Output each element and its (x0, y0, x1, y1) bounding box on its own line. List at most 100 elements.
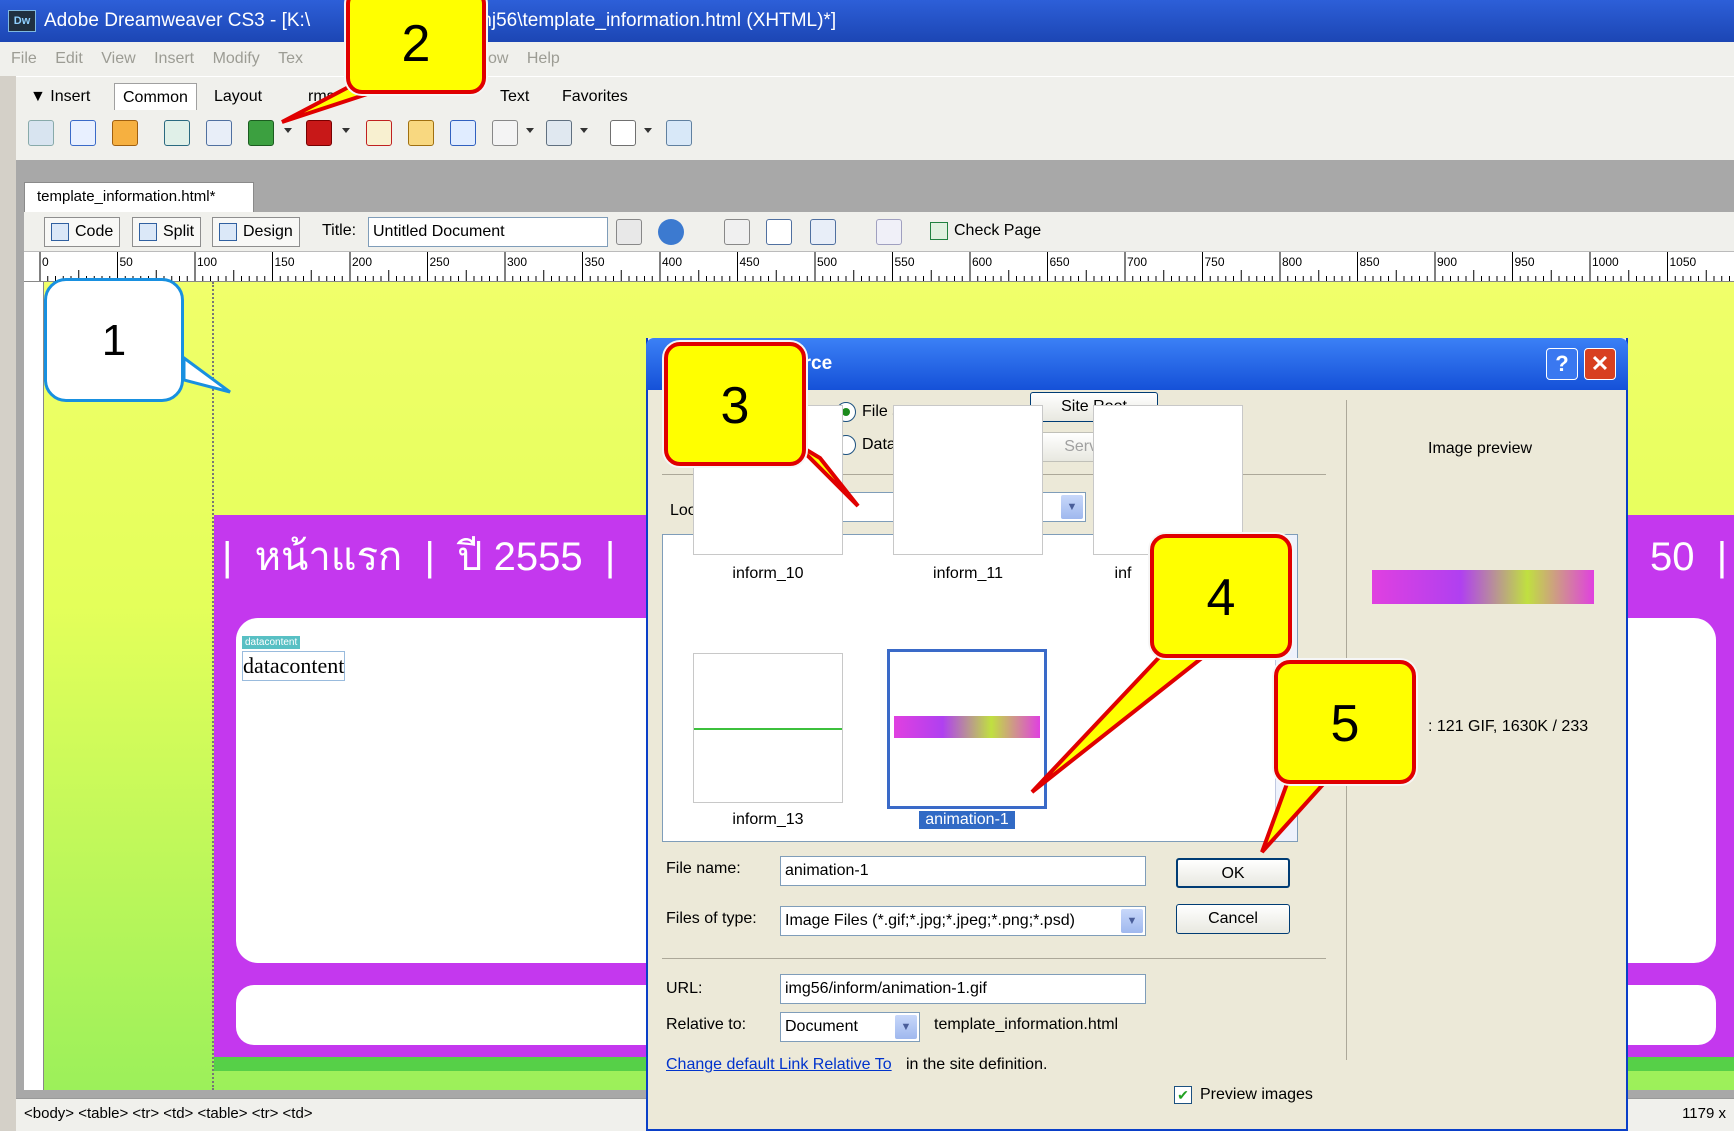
file-name-inform-11[interactable]: inform_11 (893, 565, 1043, 583)
tab-layout[interactable]: Layout (206, 83, 270, 111)
vertical-ruler (24, 282, 44, 1090)
file-name-input[interactable]: animation-1 (780, 856, 1146, 886)
file-thumb-3[interactable] (1093, 405, 1243, 555)
split-icon (139, 223, 157, 241)
comment-icon[interactable] (450, 120, 476, 146)
file-thumb-animation-1[interactable] (887, 649, 1047, 809)
code-view-button[interactable]: Code (44, 217, 121, 247)
window-title: Adobe Dreamweaver CS3 - [K:\ (44, 10, 311, 31)
tag-chooser-icon[interactable] (666, 120, 692, 146)
file-thumb-inform-13[interactable] (693, 653, 843, 803)
ruler-tick-label: 500 (817, 255, 837, 269)
refresh-icon[interactable] (724, 219, 750, 245)
dreamweaver-logo-icon: Dw (8, 10, 36, 32)
document-tab[interactable]: template_information.html* (24, 182, 254, 212)
image-icon[interactable] (248, 120, 274, 146)
ruler-tick-label: 0 (42, 255, 49, 269)
design-view-label: Design (243, 223, 293, 240)
file-name-3[interactable]: inf (1093, 565, 1153, 583)
window-size[interactable]: 1179 x (1682, 1099, 1726, 1129)
relative-to-value: Document (785, 1018, 858, 1035)
div-icon[interactable] (206, 120, 232, 146)
ruler-tick-label: 1000 (1592, 255, 1619, 269)
file-name-inform-10[interactable]: inform_10 (693, 565, 843, 583)
image-dropdown-icon[interactable] (284, 128, 292, 133)
named-anchor-icon[interactable] (112, 120, 138, 146)
file-name-animation-1[interactable]: animation-1 (919, 811, 1015, 829)
change-link-relative-link[interactable]: Change default Link Relative To (666, 1056, 892, 1074)
check-page-label: Check Page (954, 222, 1042, 239)
document-toolbar: Code Split Design Title: Untitled Docume… (24, 212, 1734, 252)
split-view-button[interactable]: Split (132, 217, 202, 247)
email-link-icon[interactable] (70, 120, 96, 146)
file-management-icon[interactable] (616, 219, 642, 245)
view-options-icon[interactable] (766, 219, 792, 245)
tag-selector[interactable]: <body> <table> <tr> <td> <table> <tr> <t… (24, 1105, 313, 1122)
file-thumb-inform-11[interactable] (893, 405, 1043, 555)
table-icon[interactable] (164, 120, 190, 146)
head-dropdown-icon[interactable] (526, 128, 534, 133)
page-nav-left: | หน้าแรก | ปี 2555 | (222, 535, 616, 579)
url-label: URL: (666, 980, 703, 997)
editable-region-text[interactable]: datacontent (242, 651, 346, 681)
editable-region-tag[interactable]: datacontent (242, 636, 301, 649)
cancel-button[interactable]: Cancel (1176, 904, 1290, 934)
tab-common[interactable]: Common (114, 83, 197, 111)
insert-icon-bar (16, 110, 1734, 160)
code-view-label: Code (75, 223, 114, 240)
templates-dropdown-icon[interactable] (644, 128, 652, 133)
validate-markup-icon[interactable] (876, 219, 902, 245)
menu-help[interactable]: Help (520, 42, 567, 76)
page-nav-right: 50 | (1650, 535, 1728, 579)
change-link-tail: in the site definition. (906, 1056, 1048, 1073)
chevron-down-icon[interactable]: ▼ (1121, 909, 1143, 933)
help-button[interactable]: ? (1546, 348, 1578, 380)
script-icon[interactable] (546, 120, 572, 146)
callout-5: 5 (1274, 660, 1416, 784)
url-input[interactable]: img56/inform/animation-1.gif (780, 974, 1146, 1004)
ruler-tick-label: 300 (507, 255, 527, 269)
preview-browser-icon[interactable] (658, 219, 684, 245)
date-icon[interactable] (366, 120, 392, 146)
tab-favorites[interactable]: Favorites (554, 83, 636, 111)
close-button[interactable]: ✕ (1584, 348, 1616, 380)
preview-images-checkbox[interactable]: ✔ (1174, 1086, 1192, 1104)
hyperlink-icon[interactable] (28, 120, 54, 146)
menu-text[interactable]: Tex (271, 42, 310, 76)
script-dropdown-icon[interactable] (580, 128, 588, 133)
image-preview-label: Image preview (1428, 440, 1533, 457)
design-view-button[interactable]: Design (212, 217, 300, 247)
menu-modify[interactable]: Modify (206, 42, 267, 76)
animation-thumbnail (894, 716, 1040, 738)
insert-bar: ▼ Insert Common Layout rms Text Favorite… (16, 76, 1734, 111)
head-icon[interactable] (492, 120, 518, 146)
media-icon[interactable] (306, 120, 332, 146)
insert-bar-toggle[interactable]: ▼ Insert (22, 83, 98, 111)
chevron-down-icon[interactable]: ▼ (895, 1015, 917, 1039)
ruler-tick-label: 200 (352, 255, 372, 269)
files-of-type-select[interactable]: Image Files (*.gif;*.jpg;*.jpeg;*.png;*.… (780, 906, 1146, 936)
menu-view[interactable]: View (94, 42, 142, 76)
ruler-tick-label: 150 (275, 255, 295, 269)
relative-to-select[interactable]: Document ▼ (780, 1012, 920, 1042)
ruler-tick-label: 400 (662, 255, 682, 269)
templates-icon[interactable] (610, 120, 636, 146)
image-preview (1372, 570, 1594, 604)
chevron-down-icon[interactable]: ▼ (1061, 495, 1083, 519)
tab-text[interactable]: Text (492, 83, 537, 111)
menu-bar: File Edit View Insert Modify Tex Window … (0, 42, 1734, 76)
design-icon (219, 223, 237, 241)
check-page-button[interactable]: Check Page (924, 217, 1047, 247)
menu-file[interactable]: File (4, 42, 44, 76)
menu-insert[interactable]: Insert (147, 42, 201, 76)
media-dropdown-icon[interactable] (342, 128, 350, 133)
tab-forms[interactable]: rms (300, 83, 343, 111)
document-title-input[interactable]: Untitled Document (368, 217, 608, 247)
image-info: : 121 GIF, 1630K / 233 (1428, 718, 1589, 735)
server-side-include-icon[interactable] (408, 120, 434, 146)
menu-edit[interactable]: Edit (48, 42, 90, 76)
file-name-inform-13[interactable]: inform_13 (693, 811, 843, 829)
visual-aids-icon[interactable] (810, 219, 836, 245)
ok-button[interactable]: OK (1176, 858, 1290, 888)
split-view-label: Split (163, 223, 195, 240)
